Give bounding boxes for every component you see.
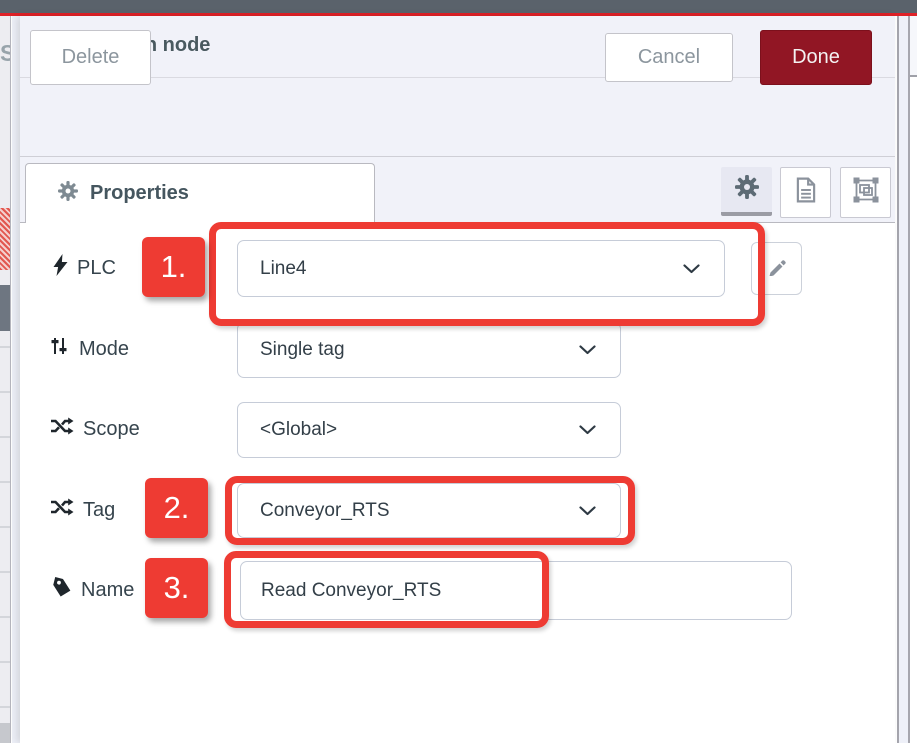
shuffle-icon [50, 498, 74, 522]
sliders-icon [50, 336, 70, 362]
top-window-bar [0, 0, 917, 13]
tab-properties[interactable]: Properties [25, 163, 375, 223]
background-right-topbox [910, 16, 917, 77]
scope-select[interactable]: <Global> [237, 402, 621, 458]
description-tab-button[interactable] [780, 167, 831, 218]
dialog-right-gutter [897, 16, 908, 743]
gear-icon [735, 175, 759, 204]
scope-field-label: Scope [50, 414, 140, 444]
pencil-icon [767, 256, 787, 281]
edit-plc-config-button[interactable] [751, 242, 802, 295]
name-field-label: Name [52, 575, 134, 605]
bolt-icon [53, 254, 68, 282]
mode-select-value: Single tag [260, 339, 345, 361]
dialog-button-bar [20, 78, 895, 157]
properties-tab-button[interactable] [721, 167, 772, 216]
tag-field-label: Tag [50, 495, 115, 525]
chevron-down-icon [579, 339, 596, 361]
background-red-node-fragment [0, 208, 10, 270]
chevron-down-icon [579, 419, 596, 441]
tag-select-value: Conveyor_RTS [260, 500, 390, 522]
tag-select[interactable]: Conveyor_RTS [237, 483, 621, 538]
plc-select-value: Line4 [260, 258, 307, 280]
annotation-step-2-badge: 2. [145, 478, 208, 538]
shuffle-icon [50, 417, 74, 441]
background-page-sliver: S [0, 16, 11, 743]
document-icon [795, 177, 817, 208]
done-button[interactable]: Done [760, 30, 872, 85]
cancel-button[interactable]: Cancel [605, 33, 733, 82]
background-gray-fragment [0, 285, 10, 331]
mode-select[interactable]: Single tag [237, 322, 621, 378]
tab-properties-label: Properties [90, 182, 189, 205]
background-list-ticks [0, 346, 10, 716]
scope-select-value: <Global> [260, 419, 337, 441]
chevron-down-icon [579, 500, 596, 522]
annotation-step-1-badge: 1. [142, 237, 205, 297]
background-letter: S [0, 40, 11, 67]
appearance-icon [853, 177, 879, 208]
plc-select[interactable]: Line4 [237, 240, 725, 297]
appearance-tab-button[interactable] [840, 167, 891, 218]
chevron-down-icon [683, 258, 700, 280]
edit-node-dialog: Edit eth-ip in node Delete Cancel Done [20, 16, 895, 743]
mode-field-label: Mode [50, 334, 129, 364]
screen: S Edit eth-ip in node Delete Cancel Done [0, 0, 917, 743]
name-input[interactable] [240, 561, 792, 620]
background-bottom-fragment [0, 723, 10, 743]
tag-label-icon [52, 577, 72, 603]
gear-icon [58, 181, 78, 206]
background-right-sliver [910, 16, 917, 743]
delete-button[interactable]: Delete [30, 30, 151, 85]
dialog-left-gutter [12, 16, 20, 743]
annotation-step-3-badge: 3. [145, 558, 208, 618]
plc-field-label: PLC [53, 253, 116, 283]
